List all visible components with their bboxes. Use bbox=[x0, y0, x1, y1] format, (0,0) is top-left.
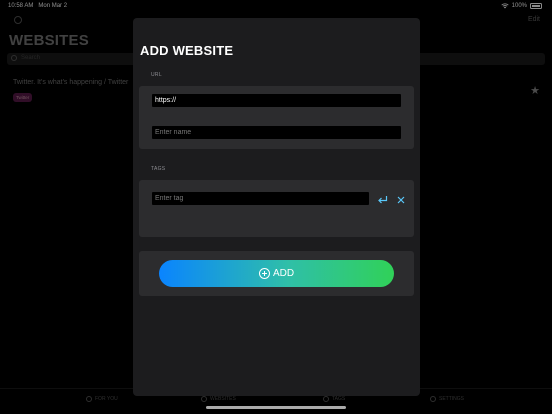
home-indicator[interactable] bbox=[206, 406, 346, 409]
url-section-label: URL bbox=[151, 72, 162, 78]
modal-title: ADD WEBSITE bbox=[140, 43, 234, 58]
plus-circle-icon bbox=[258, 268, 270, 279]
name-input[interactable]: Enter name bbox=[152, 126, 401, 139]
add-button[interactable]: ADD bbox=[159, 260, 394, 287]
url-card: https:// Enter name bbox=[139, 86, 414, 149]
add-website-modal: ADD WEBSITE URL https:// Enter name TAGS… bbox=[133, 18, 420, 396]
tag-input[interactable]: Enter tag bbox=[152, 192, 369, 205]
tags-section-label: TAGS bbox=[151, 166, 166, 172]
close-icon[interactable] bbox=[396, 195, 406, 205]
tags-card: Enter tag bbox=[139, 180, 414, 237]
return-icon[interactable] bbox=[377, 195, 388, 205]
add-card: ADD bbox=[139, 251, 414, 296]
add-button-label: ADD bbox=[272, 268, 295, 279]
url-input[interactable]: https:// bbox=[152, 94, 401, 107]
